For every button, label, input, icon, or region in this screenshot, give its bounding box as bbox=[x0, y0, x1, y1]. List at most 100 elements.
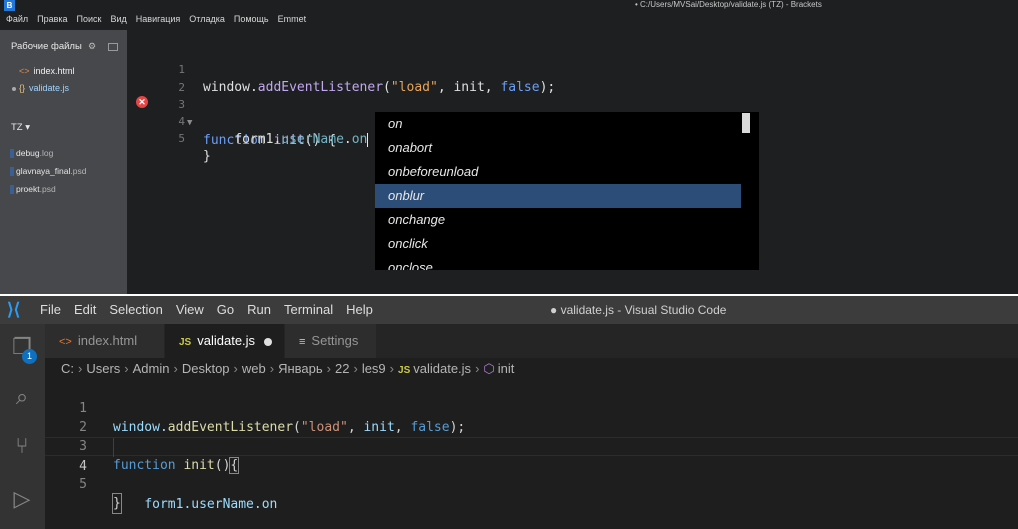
brackets-menu-file[interactable]: Файл bbox=[6, 14, 28, 24]
unsaved-dot-icon[interactable] bbox=[264, 337, 273, 346]
vscode-menu-run[interactable]: Run bbox=[247, 302, 271, 317]
html-file-icon: <> bbox=[59, 336, 72, 348]
chevron-right-icon: › bbox=[326, 361, 331, 376]
code-line[interactable]: 5 } bbox=[45, 456, 1018, 514]
file-icon bbox=[10, 149, 14, 159]
vscode-menu-list: File Edit Selection View Go Run Terminal… bbox=[40, 302, 373, 317]
code-hint-dropdown[interactable]: on onabort onbeforeunload onblur onchang… bbox=[375, 112, 759, 270]
code-line[interactable]: 5 } bbox=[127, 112, 210, 164]
brackets-menu-find[interactable]: Поиск bbox=[77, 14, 102, 24]
vscode-menu-help[interactable]: Help bbox=[346, 302, 373, 317]
code-text: form1.userName.on bbox=[234, 132, 369, 147]
vscode-logo-icon: ⟩⟨ bbox=[7, 300, 21, 319]
code-line-current[interactable]: 4 form1.userName.on bbox=[45, 437, 1018, 512]
js-file-icon: {} bbox=[19, 83, 26, 93]
breadcrumb-item[interactable]: Users bbox=[86, 361, 120, 376]
bracket-match: } bbox=[112, 493, 122, 514]
working-file-index-html[interactable]: <> index.html bbox=[19, 66, 75, 76]
code-line-current[interactable]: 4 form1.userName.on bbox=[127, 95, 369, 147]
hint-item[interactable]: onchange bbox=[375, 208, 741, 232]
code-text: } bbox=[203, 149, 211, 164]
html-file-icon: <> bbox=[19, 66, 30, 76]
explorer-badge: 1 bbox=[22, 349, 37, 364]
vscode-menu-go[interactable]: Go bbox=[217, 302, 234, 317]
gear-icon[interactable]: ⚙ bbox=[88, 41, 96, 52]
chevron-right-icon: › bbox=[389, 361, 395, 376]
brackets-menu-debug[interactable]: Отладка bbox=[189, 14, 225, 24]
tab-settings[interactable]: ≡ Settings bbox=[285, 324, 377, 358]
brackets-menu-emmet[interactable]: Emmet bbox=[278, 14, 307, 24]
project-file-debug-log[interactable]: debug.log bbox=[10, 148, 53, 159]
hint-item[interactable]: onbeforeunload bbox=[375, 160, 741, 184]
chevron-right-icon: › bbox=[475, 361, 480, 376]
source-control-icon[interactable]: ⑂ bbox=[7, 431, 37, 461]
working-file-label: validate.js bbox=[29, 83, 70, 93]
hint-item[interactable]: onabort bbox=[375, 136, 741, 160]
breadcrumb-item[interactable]: Admin bbox=[133, 361, 170, 376]
indent-guide bbox=[113, 438, 114, 457]
vscode-menu-file[interactable]: File bbox=[40, 302, 61, 317]
fold-arrow-icon[interactable]: ▼ bbox=[187, 114, 192, 132]
js-file-icon: JS bbox=[398, 365, 411, 376]
editor-tabs: <> index.html JS validate.js ≡ Settings bbox=[45, 324, 1018, 358]
working-file-label: index.html bbox=[33, 66, 75, 76]
code-line[interactable]: 3 function init(){ bbox=[45, 418, 1018, 474]
breadcrumb-item[interactable]: C: bbox=[61, 361, 74, 376]
code-line[interactable]: 2 bbox=[127, 61, 185, 94]
project-file-proekt-psd[interactable]: proekt.psd bbox=[10, 184, 56, 195]
working-file-validate-js[interactable]: {} validate.js bbox=[12, 83, 69, 93]
hint-item[interactable]: onclose bbox=[375, 256, 741, 270]
code-text: form1.userName.on bbox=[144, 497, 278, 512]
vscode-code-editor[interactable]: 1 window.addEventListener("load", init, … bbox=[45, 380, 1018, 529]
hint-item[interactable]: onclick bbox=[375, 232, 741, 256]
brackets-menu-navigate[interactable]: Навигация bbox=[136, 14, 180, 24]
hint-item-selected[interactable]: onblur bbox=[375, 184, 741, 208]
breadcrumb-item[interactable]: Январь bbox=[278, 361, 323, 376]
project-file-glavnaya-final-psd[interactable]: glavnaya_final.psd bbox=[10, 166, 87, 177]
file-name: glavnaya_final bbox=[16, 166, 71, 176]
brackets-logo-icon: B bbox=[4, 0, 15, 11]
project-name: TZ bbox=[11, 122, 23, 133]
line-number: 5 bbox=[178, 132, 185, 145]
chevron-right-icon: › bbox=[353, 361, 358, 376]
working-files-header: Рабочие файлы bbox=[11, 41, 82, 52]
line-number: 5 bbox=[79, 477, 87, 492]
tab-index-html[interactable]: <> index.html bbox=[45, 324, 165, 358]
vscode-menu-view[interactable]: View bbox=[176, 302, 204, 317]
brackets-code-editor[interactable]: 1 window.addEventListener("load", init, … bbox=[127, 30, 1018, 294]
vscode-menu-edit[interactable]: Edit bbox=[74, 302, 96, 317]
run-debug-icon[interactable]: ▷ bbox=[7, 484, 37, 514]
breadcrumb-file[interactable]: validate.js bbox=[413, 361, 471, 376]
settings-icon: ≡ bbox=[299, 336, 306, 348]
breadcrumb-item[interactable]: Desktop bbox=[182, 361, 230, 376]
code-line[interactable]: 3 ▼ function init() { bbox=[127, 78, 336, 148]
hint-scrollbar[interactable] bbox=[742, 113, 750, 133]
tab-label: validate.js bbox=[197, 333, 256, 348]
breadcrumb-item[interactable]: les9 bbox=[362, 361, 386, 376]
search-icon[interactable]: ⌕ bbox=[7, 382, 37, 412]
file-name: proekt bbox=[16, 184, 40, 194]
breadcrumb-item[interactable]: 22 bbox=[335, 361, 349, 376]
brackets-menu-edit[interactable]: Правка bbox=[37, 14, 67, 24]
error-icon[interactable]: ✕ bbox=[136, 96, 148, 108]
code-line[interactable]: 2 bbox=[45, 399, 1018, 435]
tab-validate-js[interactable]: JS validate.js bbox=[165, 324, 285, 358]
project-header[interactable]: TZ ▾ bbox=[11, 122, 30, 133]
brackets-window: B • C:/Users/MVSai/Desktop/validate.js (… bbox=[0, 0, 1018, 294]
hint-item[interactable]: on bbox=[375, 112, 741, 136]
breadcrumb-symbol[interactable]: init bbox=[498, 361, 515, 376]
brackets-menu-view[interactable]: Вид bbox=[111, 14, 127, 24]
code-line[interactable]: 1 window.addEventListener("load", init, … bbox=[45, 380, 1018, 435]
vscode-menu-terminal[interactable]: Terminal bbox=[284, 302, 333, 317]
file-ext: .psd bbox=[70, 166, 87, 176]
split-view-icon[interactable] bbox=[108, 43, 118, 51]
brackets-menubar: B • C:/Users/MVSai/Desktop/validate.js (… bbox=[0, 0, 1018, 30]
vscode-menu-selection[interactable]: Selection bbox=[109, 302, 162, 317]
chevron-right-icon: › bbox=[78, 361, 83, 376]
brackets-menu-list: Файл Правка Поиск Вид Навигация Отладка … bbox=[6, 14, 306, 24]
code-line[interactable]: 1 window.addEventListener("load", init, … bbox=[127, 43, 555, 95]
breadcrumb-item[interactable]: web bbox=[242, 361, 266, 376]
chevron-down-icon: ▾ bbox=[25, 122, 31, 133]
brackets-menu-help[interactable]: Помощь bbox=[234, 14, 269, 24]
chevron-right-icon: › bbox=[269, 361, 275, 376]
